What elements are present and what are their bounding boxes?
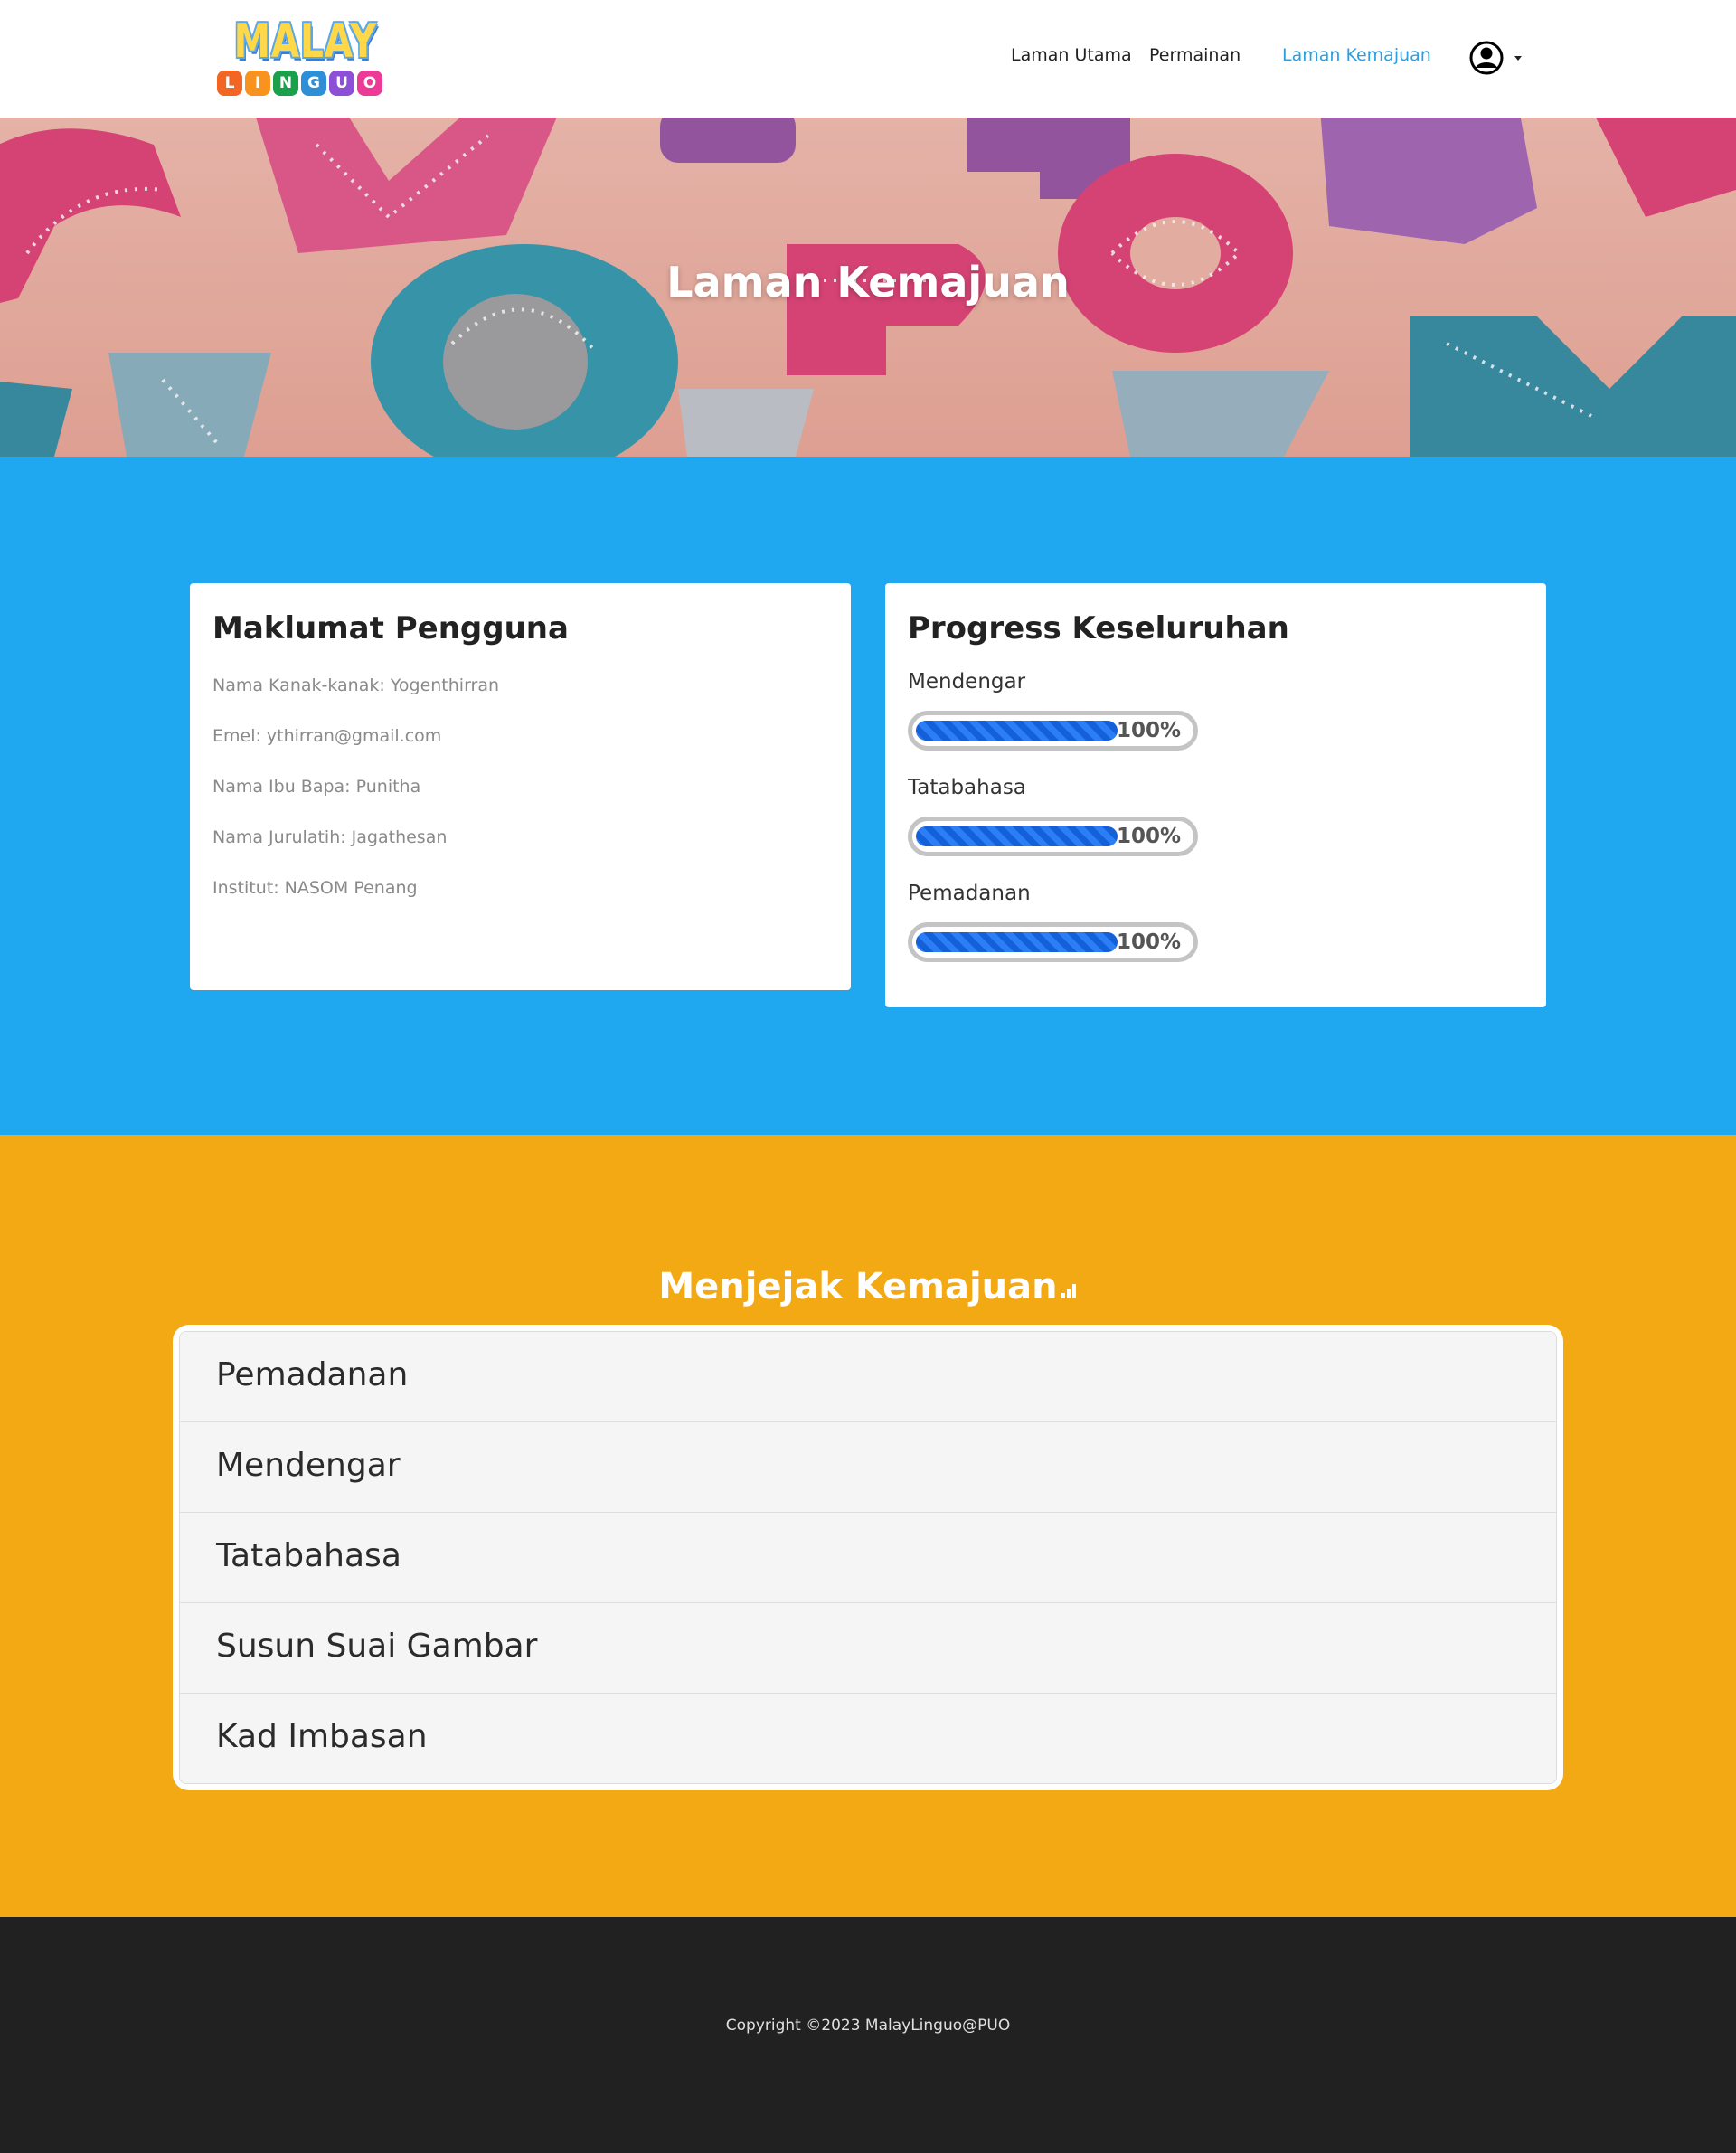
progress-fill — [916, 721, 1118, 741]
logo-linguo-letters: L I N G U O — [215, 71, 385, 96]
logo-letter: I — [245, 71, 270, 96]
tracking-accordion: Pemadanan Mendengar Tatabahasa Susun Sua… — [173, 1325, 1563, 1790]
progress-fill — [916, 826, 1118, 846]
accordion-list: Pemadanan Mendengar Tatabahasa Susun Sua… — [179, 1331, 1557, 1784]
child-name-text: Nama Kanak-kanak: Yogenthirran — [212, 675, 500, 695]
tracking-title: Menjejak Kemajuan — [0, 1266, 1736, 1308]
accordion-item-susun-suai-gambar[interactable]: Susun Suai Gambar — [180, 1603, 1556, 1694]
overall-progress-title: Progress Keseluruhan — [908, 610, 1289, 647]
user-menu-dropdown[interactable] — [1468, 40, 1526, 76]
progress-value: 100% — [1116, 825, 1181, 848]
accordion-item-kad-imbasan[interactable]: Kad Imbasan — [180, 1694, 1556, 1783]
accordion-item-label: Pemadanan — [216, 1356, 409, 1393]
nav-link-laman-kemajuan[interactable]: Laman Kemajuan — [1282, 45, 1431, 65]
accordion-item-label: Kad Imbasan — [216, 1718, 428, 1755]
trainer-name-text: Nama Jurulatih: Jagathesan — [212, 827, 448, 847]
malaylinguo-logo[interactable]: MALAY L I N G U O — [215, 18, 385, 103]
progress-tracking-section: Menjejak Kemajuan Pemadanan Mendengar Ta… — [0, 1135, 1736, 1917]
hero-banner: Laman Kemajuan — [0, 118, 1736, 457]
logo-letter: U — [329, 71, 354, 96]
overall-progress-card: Progress Keseluruhan Mendengar 100% Tata… — [885, 583, 1546, 1007]
nav-link-permainan[interactable]: Permainan — [1149, 45, 1241, 65]
progress-bar-tatabahasa: 100% — [908, 817, 1198, 856]
accordion-item-tatabahasa[interactable]: Tatabahasa — [180, 1513, 1556, 1603]
user-info-card: Maklumat Pengguna Nama Kanak-kanak: Yoge… — [190, 583, 851, 990]
user-circle-icon — [1469, 41, 1522, 75]
nav-link-laman-utama[interactable]: Laman Utama — [1011, 45, 1132, 65]
logo-malay-text: MALAY — [233, 14, 378, 69]
progress-bar-mendengar: 100% — [908, 711, 1198, 751]
bar-chart-icon — [1061, 1284, 1078, 1298]
tracking-title-text: Menjejak Kemajuan — [658, 1266, 1058, 1308]
user-info-title: Maklumat Pengguna — [212, 610, 569, 647]
progress-value: 100% — [1116, 930, 1181, 954]
navbar: MALAY L I N G U O Laman Utama Permainan … — [0, 0, 1736, 118]
accordion-item-mendengar[interactable]: Mendengar — [180, 1422, 1556, 1513]
footer: Copyright ©2023 MalayLinguo@PUO — [0, 1917, 1736, 2153]
institute-text: Institut: NASOM Penang — [212, 878, 418, 898]
progress-value: 100% — [1116, 719, 1181, 742]
progress-label-tatabahasa: Tatabahasa — [908, 776, 1026, 799]
email-text: Emel: ythirran@gmail.com — [212, 726, 442, 746]
logo-letter: G — [301, 71, 326, 96]
page-title: Laman Kemajuan — [666, 258, 1070, 307]
copyright-text: Copyright ©2023 MalayLinguo@PUO — [725, 2016, 1011, 2035]
caret-down-icon — [1514, 56, 1522, 61]
logo-letter: N — [273, 71, 298, 96]
progress-label-mendengar: Mendengar — [908, 670, 1026, 694]
accordion-item-label: Susun Suai Gambar — [216, 1628, 538, 1665]
logo-letter: O — [357, 71, 382, 96]
progress-label-pemadanan: Pemadanan — [908, 882, 1031, 905]
progress-fill — [916, 932, 1118, 952]
user-overview-section: Maklumat Pengguna Nama Kanak-kanak: Yoge… — [0, 457, 1736, 1135]
accordion-item-label: Mendengar — [216, 1447, 401, 1484]
accordion-item-label: Tatabahasa — [216, 1537, 401, 1574]
logo-letter: L — [217, 71, 242, 96]
accordion-item-pemadanan[interactable]: Pemadanan — [180, 1332, 1556, 1422]
progress-bar-pemadanan: 100% — [908, 922, 1198, 962]
parent-name-text: Nama Ibu Bapa: Punitha — [212, 777, 421, 797]
